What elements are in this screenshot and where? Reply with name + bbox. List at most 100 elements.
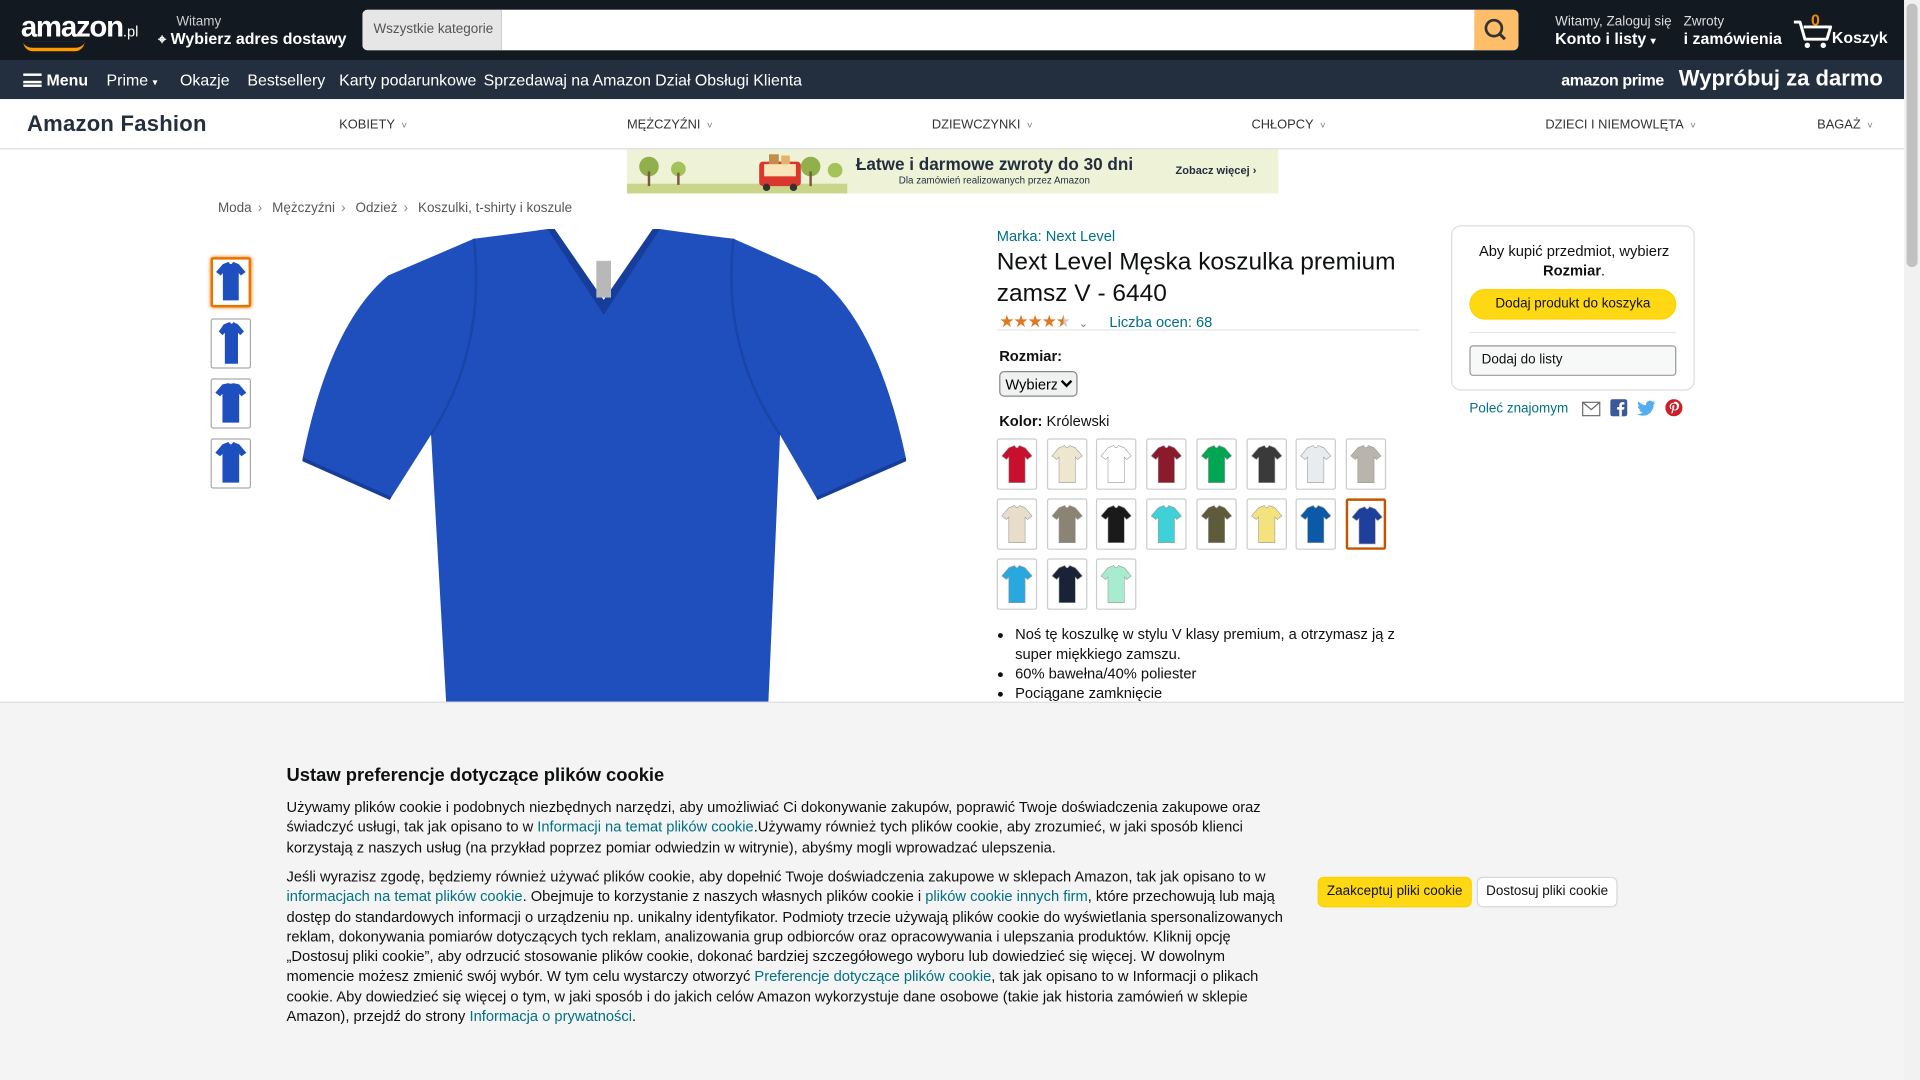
tshirt-detail-icon	[215, 441, 247, 483]
star-rating-icon[interactable]: ★★★★★	[999, 311, 1071, 331]
brand-link[interactable]: Marka: Next Level	[997, 228, 1115, 245]
fashion-nav: Amazon Fashion KOBIETY MĘŻCZYŹNI DZIEWCZ…	[0, 99, 1905, 150]
amazon-logo[interactable]: amazon.pl	[21, 11, 139, 52]
nav-customer-service[interactable]: Dział Obsługi Klienta	[655, 71, 802, 89]
color-swatch[interactable]	[996, 438, 1038, 490]
scrollbar-thumb[interactable]	[1906, 3, 1918, 267]
nav-bestsellers[interactable]: Bestsellery	[247, 71, 325, 89]
fashion-logo[interactable]: Amazon Fashion	[27, 111, 207, 137]
tshirt-swatch-icon	[1150, 505, 1182, 543]
fashion-nav-women[interactable]: KOBIETY	[339, 118, 407, 133]
product-title: Next Level Męska koszulka premium zamsz …	[996, 248, 1396, 308]
color-swatch[interactable]	[1096, 558, 1137, 610]
color-swatch[interactable]	[1046, 558, 1087, 610]
fashion-nav-girls[interactable]: DZIEWCZYNKI	[932, 118, 1033, 133]
tshirt-swatch-icon	[1250, 445, 1282, 483]
nav-gift-cards[interactable]: Karty podarunkowe	[339, 71, 476, 89]
color-swatch[interactable]	[1345, 438, 1386, 490]
deliver-to[interactable]: Witamy ⌖ Wybierz adres dostawy	[158, 15, 346, 48]
cart-button[interactable]: 0 Koszyk	[1793, 11, 1888, 50]
fashion-nav-boys[interactable]: CHŁOPCY	[1251, 118, 1325, 133]
buy-box: Aby kupić przedmiot, wybierz Rozmiar. Dod…	[1451, 225, 1695, 391]
orders-label: i zamówienia	[1683, 29, 1782, 48]
prime-logo: amazon prime	[1561, 71, 1664, 90]
feature-bullet: 60% bawełna/40% poliester	[1015, 664, 1425, 684]
prime-promo[interactable]: amazon prime Wypróbuj za darmo	[1561, 66, 1883, 92]
tshirt-swatch-icon	[1001, 445, 1033, 483]
hamburger-icon	[23, 73, 42, 87]
color-swatch[interactable]	[1245, 498, 1287, 550]
share-row: Poleć znajomym	[1469, 399, 1683, 417]
color-swatch[interactable]	[1046, 498, 1087, 550]
color-swatch[interactable]	[1096, 498, 1137, 550]
color-swatch[interactable]	[996, 498, 1038, 550]
add-to-cart-button[interactable]: Dodaj produkt do koszyka	[1469, 288, 1677, 320]
top-navbar: amazon.pl Witamy ⌖ Wybierz adres dostawy…	[0, 0, 1905, 61]
search-category-dropdown[interactable]: Wszystkie kategorie ▾	[362, 9, 503, 51]
email-icon[interactable]	[1581, 401, 1601, 417]
banner-title: Łatwe i darmowe zwroty do 30 dni	[855, 154, 1134, 174]
cookie-info-link-2[interactable]: informacjach na temat plików cookie	[287, 888, 523, 905]
main-product-image[interactable]	[301, 227, 907, 717]
customize-cookies-button[interactable]: Dostosuj pliki cookie	[1476, 876, 1618, 908]
returns-label: Zwroty	[1683, 14, 1725, 30]
fashion-nav-luggage[interactable]: BAGAŻ	[1817, 118, 1873, 133]
facebook-icon[interactable]	[1610, 399, 1628, 417]
search-button[interactable]	[1474, 9, 1519, 51]
color-swatch[interactable]	[1245, 438, 1287, 490]
feature-bullets: Noś tę koszulkę w stylu V klasy premium,…	[997, 624, 1426, 702]
size-select[interactable]: Wybierz	[999, 371, 1078, 397]
account-label: Konto i listy	[1555, 29, 1647, 48]
color-swatch[interactable]	[1295, 498, 1337, 550]
nav-sell[interactable]: Sprzedawaj na Amazon	[484, 71, 651, 89]
tshirt-swatch-icon	[1200, 445, 1232, 483]
third-party-cookies-link[interactable]: plików cookie innych firm	[925, 888, 1088, 905]
tshirt-swatch-icon	[1051, 505, 1083, 543]
color-swatch[interactable]	[1295, 438, 1337, 490]
search-input[interactable]	[502, 9, 1475, 51]
thumbnail-2[interactable]	[210, 318, 252, 369]
privacy-notice-link[interactable]: Informacja o prywatności	[469, 1008, 632, 1025]
color-swatch[interactable]	[1345, 498, 1386, 550]
add-to-list-button[interactable]: Dodaj do listy	[1469, 345, 1677, 376]
pinterest-icon[interactable]	[1665, 399, 1683, 417]
color-swatch[interactable]	[1146, 498, 1187, 550]
thumbnail-3[interactable]	[210, 378, 252, 429]
color-swatch[interactable]	[996, 558, 1038, 610]
thumbnail-4[interactable]	[210, 438, 252, 489]
color-swatch[interactable]	[1096, 438, 1137, 490]
banner-illustration	[626, 154, 848, 194]
breadcrumb-clothing[interactable]: Odzież	[356, 201, 398, 216]
search-icon	[1484, 18, 1506, 41]
menu-button[interactable]: Menu	[23, 71, 88, 89]
location-pin-icon: ⌖	[157, 30, 167, 48]
tshirt-swatch-icon	[1300, 445, 1332, 483]
tshirt-swatch-icon	[1051, 565, 1083, 603]
cookie-info-link[interactable]: Informacji na temat plików cookie	[537, 818, 753, 835]
tshirt-swatch-icon	[1001, 505, 1033, 543]
fashion-nav-men[interactable]: MĘŻCZYŹNI	[627, 118, 713, 133]
banner-cta[interactable]: Zobacz więcej ›	[1176, 164, 1257, 176]
twitter-icon[interactable]	[1637, 400, 1656, 416]
color-swatch[interactable]	[1196, 438, 1237, 490]
accept-cookies-button[interactable]: Zaakceptuj pliki cookie	[1317, 876, 1472, 908]
ratings-count-link[interactable]: Liczba ocen: 68	[1109, 313, 1212, 330]
returns-banner[interactable]: Łatwe i darmowe zwroty do 30 dni Dla zam…	[626, 149, 1279, 194]
returns-orders[interactable]: Zwroty i zamówienia	[1684, 15, 1782, 47]
color-swatch[interactable]	[1196, 498, 1237, 550]
color-swatch[interactable]	[1146, 438, 1187, 490]
thumbnail-1[interactable]	[210, 257, 252, 308]
breadcrumb-men[interactable]: Mężczyźni	[272, 201, 335, 216]
tshirt-swatch-icon	[1350, 445, 1382, 483]
cookie-preferences-link[interactable]: Preferencje dotyczące plików cookie	[754, 968, 991, 985]
nav-deals[interactable]: Okazje	[180, 71, 230, 89]
nav-prime[interactable]: Prime ▾	[107, 71, 158, 89]
share-link[interactable]: Poleć znajomym	[1469, 402, 1568, 417]
account-lists[interactable]: Witamy, Zaloguj się Konto i listy ▾	[1555, 15, 1672, 49]
color-swatch[interactable]	[1046, 438, 1087, 490]
tshirt-swatch-icon	[1250, 505, 1282, 543]
breadcrumb-fashion[interactable]: Moda	[218, 201, 252, 216]
chevron-down-icon[interactable]: ⌄	[1079, 317, 1088, 329]
breadcrumb-tshirts[interactable]: Koszulki, t-shirty i koszule	[418, 201, 572, 216]
fashion-nav-baby[interactable]: DZIECI I NIEMOWLĘTA	[1545, 118, 1695, 133]
